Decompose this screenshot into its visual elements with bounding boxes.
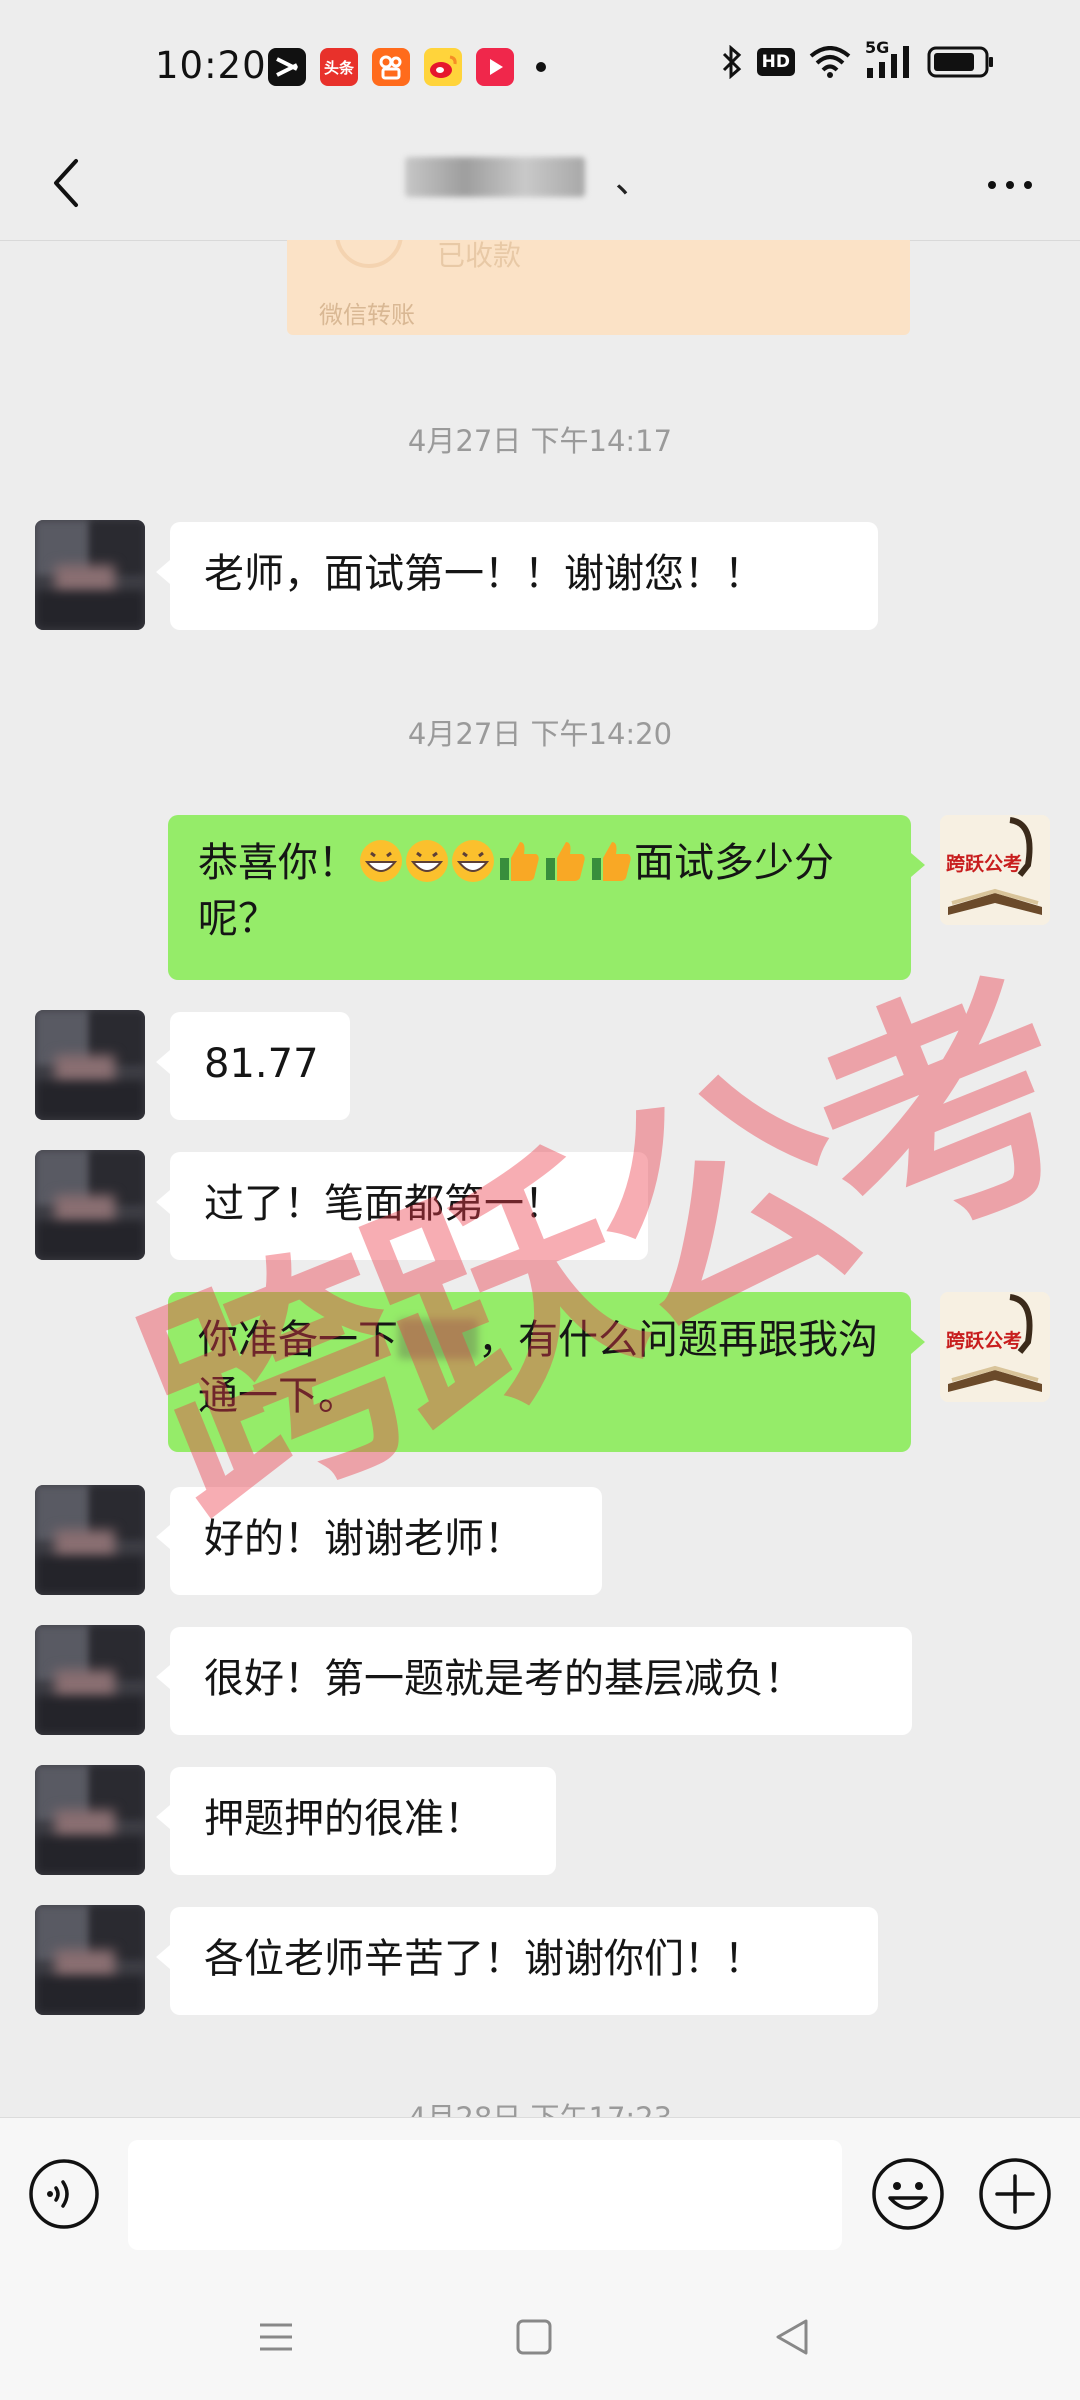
wifi-icon	[809, 46, 851, 78]
menu-icon[interactable]	[246, 2307, 306, 2367]
transfer-status: 已收款	[437, 240, 522, 272]
input-bar	[0, 2117, 1080, 2278]
teacher-avatar[interactable]: 跨跃公考	[940, 1292, 1050, 1402]
received-message[interactable]: 很好！第一题就是考的基层减负！	[156, 1627, 912, 1735]
notification-icons: 头条	[268, 48, 546, 86]
contact-avatar[interactable]	[35, 1485, 145, 1595]
emoji-icon[interactable]	[870, 2156, 946, 2232]
transfer-check-icon	[335, 240, 403, 268]
teacher-avatar-text: 跨跃公考	[946, 1330, 1023, 1352]
teacher-avatar-text: 跨跃公考	[946, 853, 1023, 875]
weibo-icon	[424, 48, 462, 86]
video-app-icon	[476, 48, 514, 86]
kuaishou-icon	[372, 48, 410, 86]
5g-signal-icon: 5G	[865, 38, 913, 80]
chat-title: 、	[405, 147, 651, 207]
received-message[interactable]: 81.77	[156, 1012, 350, 1120]
back-triangle-icon[interactable]	[762, 2307, 822, 2367]
received-message[interactable]: 好的！谢谢老师！	[156, 1487, 602, 1595]
voice-icon[interactable]	[28, 2158, 100, 2230]
blurred-contact-name	[405, 157, 585, 197]
contact-avatar[interactable]	[35, 1010, 145, 1120]
home-square-icon[interactable]	[504, 2307, 564, 2367]
sent-message[interactable]: 你准备一下 ，有什么问题再跟我沟通一下。	[168, 1292, 925, 1452]
contact-avatar[interactable]	[35, 1905, 145, 2015]
plus-icon[interactable]	[977, 2156, 1053, 2232]
chat-header: 、	[0, 135, 1080, 241]
thumbs-up-icon	[500, 842, 539, 881]
clock: 10:20	[155, 44, 267, 87]
contact-avatar[interactable]	[35, 1150, 145, 1260]
system-icons: HD 5G	[721, 38, 995, 80]
more-options-icon[interactable]	[980, 165, 1040, 205]
received-message[interactable]: 各位老师辛苦了！谢谢你们！！	[156, 1907, 878, 2015]
sent-text-start: 恭喜你！	[198, 840, 358, 886]
grin-icon	[452, 840, 494, 882]
hd-icon: HD	[756, 48, 795, 76]
thumbs-up-icon	[592, 842, 631, 881]
contact-avatar[interactable]	[35, 1625, 145, 1735]
more-notifications-dot	[536, 62, 546, 72]
battery-icon	[927, 46, 993, 78]
contact-avatar[interactable]	[35, 520, 145, 630]
toutiao-icon: 头条	[320, 48, 358, 86]
wechat-transfer-card[interactable]: 已收款 微信转账	[287, 240, 910, 335]
grin-icon	[406, 840, 448, 882]
message-timestamp: 4月27日 下午14:20	[407, 717, 673, 751]
transfer-label: 微信转账	[319, 301, 415, 329]
capcut-icon	[268, 48, 306, 86]
sent-text-start: 你准备一下	[198, 1317, 398, 1363]
sent-message[interactable]: 恭喜你！ 面试多少分呢？	[168, 815, 925, 980]
received-message[interactable]: 老师，面试第一！！谢谢您！！	[156, 522, 878, 630]
received-message[interactable]: 过了！笔面都第一！	[156, 1152, 648, 1260]
system-nav-bar	[0, 2277, 1080, 2400]
teacher-avatar[interactable]: 跨跃公考	[940, 815, 1050, 925]
blurred-word	[398, 1319, 478, 1359]
grin-icon	[360, 840, 402, 882]
message-input[interactable]	[128, 2140, 842, 2250]
contact-avatar[interactable]	[35, 1765, 145, 1875]
thumbs-up-icon	[546, 842, 585, 881]
bluetooth-icon	[722, 45, 741, 79]
title-suffix: 、	[615, 160, 652, 201]
status-bar: 10:20 头条 HD 5G	[0, 0, 1080, 135]
back-arrow-icon[interactable]	[40, 153, 100, 213]
message-timestamp: 4月27日 下午14:17	[407, 424, 673, 458]
received-message[interactable]: 押题押的很准！	[156, 1767, 556, 1875]
